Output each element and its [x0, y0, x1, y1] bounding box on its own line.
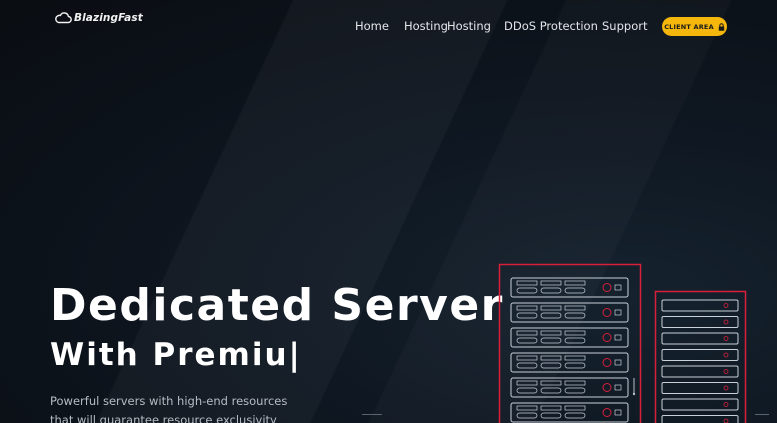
drive-slot — [564, 287, 586, 294]
drive-slot — [516, 412, 538, 419]
nav-item-ddos-protection[interactable]: DDoS Protection — [504, 19, 598, 33]
drive-slot — [564, 337, 586, 344]
drive-bay — [564, 305, 586, 311]
drive-slot — [516, 287, 538, 294]
drive-slot — [516, 312, 538, 319]
server-port — [614, 334, 622, 341]
server-unit-small-frame — [661, 382, 739, 394]
logo[interactable]: BlazingFast — [54, 12, 143, 24]
drive-bay — [516, 380, 538, 386]
hero-description: Powerful servers with high-end resources… — [50, 394, 288, 423]
drive-bay — [516, 305, 538, 311]
server-unit — [510, 302, 629, 323]
drive-bay — [516, 280, 538, 286]
server-unit-small-frame — [661, 349, 739, 361]
drive-slot — [540, 387, 562, 394]
drive-slot — [516, 362, 538, 369]
nav-item-home[interactable]: Home — [355, 19, 389, 33]
server-unit-small-frame — [661, 398, 739, 411]
server-unit — [510, 277, 629, 298]
led-indicator — [723, 385, 729, 391]
server-unit — [510, 327, 629, 348]
drive-slot — [564, 362, 586, 369]
drive-bay — [516, 405, 538, 411]
drive-bay — [540, 330, 562, 336]
server-port — [614, 284, 622, 291]
hero-subtitle: With Premiu| — [50, 337, 302, 373]
drive-bay — [564, 380, 586, 386]
drive-bay — [540, 355, 562, 361]
server-port — [614, 309, 622, 316]
power-indicator — [602, 383, 612, 392]
power-indicator — [602, 308, 612, 317]
led-indicator — [723, 336, 729, 341]
drive-slot — [540, 337, 562, 344]
led-indicator — [723, 369, 729, 374]
drive-bay — [516, 355, 538, 361]
power-indicator — [602, 283, 612, 292]
drive-bay — [540, 405, 562, 411]
server-unit-small-frame — [661, 332, 739, 345]
server-unit-small-frame — [661, 299, 739, 312]
led-indicator — [723, 319, 729, 325]
rack-cable-end — [632, 392, 636, 396]
client-area-label: CLIENT AREA — [664, 22, 714, 31]
server-unit — [510, 402, 629, 423]
drive-slot — [540, 312, 562, 319]
server-unit-small — [661, 299, 739, 312]
nav-item-support[interactable]: Support — [602, 19, 647, 33]
power-indicator — [602, 408, 612, 417]
server-port — [614, 409, 622, 416]
drive-slot — [540, 287, 562, 294]
server-unit-small — [661, 316, 739, 328]
power-indicator — [602, 333, 612, 342]
server-unit-small — [661, 365, 739, 378]
lock-icon — [718, 22, 725, 31]
led-indicator — [723, 418, 729, 423]
drive-bay — [516, 330, 538, 336]
drive-slot — [540, 412, 562, 419]
drive-bay — [540, 305, 562, 311]
brand-name: BlazingFast — [74, 12, 143, 24]
server-unit-small-frame — [661, 365, 739, 378]
hero-title: Dedicated Server — [50, 280, 504, 331]
drive-bay — [540, 280, 562, 286]
drive-slot — [564, 412, 586, 419]
decorative-dash-right — [755, 414, 769, 415]
drive-slot — [540, 362, 562, 369]
drive-bay — [564, 330, 586, 336]
drive-bay — [564, 280, 586, 286]
server-units-small — [661, 299, 739, 423]
nav-item-hosting[interactable]: Hosting — [404, 19, 448, 33]
server-rack-illustration — [498, 263, 747, 423]
server-unit-small-frame — [661, 316, 739, 328]
decorative-dash — [362, 414, 382, 415]
cloud-icon — [55, 12, 72, 24]
power-indicator — [602, 358, 612, 367]
client-area-button[interactable]: CLIENT AREA — [662, 17, 727, 36]
server-port — [614, 359, 622, 366]
nav-item-hosting-2[interactable]: Hosting — [447, 19, 491, 33]
drive-slot — [516, 387, 538, 394]
drive-bay — [564, 405, 586, 411]
server-unit — [510, 377, 629, 398]
server-port — [614, 384, 622, 391]
drive-slot — [516, 337, 538, 344]
led-indicator — [723, 402, 729, 407]
led-indicator — [723, 352, 729, 358]
drive-slot — [564, 312, 586, 319]
led-indicator — [723, 303, 729, 308]
server-unit-small — [661, 382, 739, 394]
server-unit — [510, 352, 629, 373]
server-unit-small — [661, 349, 739, 361]
drive-bay — [540, 380, 562, 386]
drive-bay — [564, 355, 586, 361]
server-units-large — [510, 277, 629, 423]
navbar: BlazingFast Home Hosting Hosting DDoS Pr… — [0, 0, 777, 52]
server-unit-small — [661, 398, 739, 411]
server-unit-small — [661, 332, 739, 345]
server-unit-small — [661, 415, 739, 423]
drive-slot — [564, 387, 586, 394]
